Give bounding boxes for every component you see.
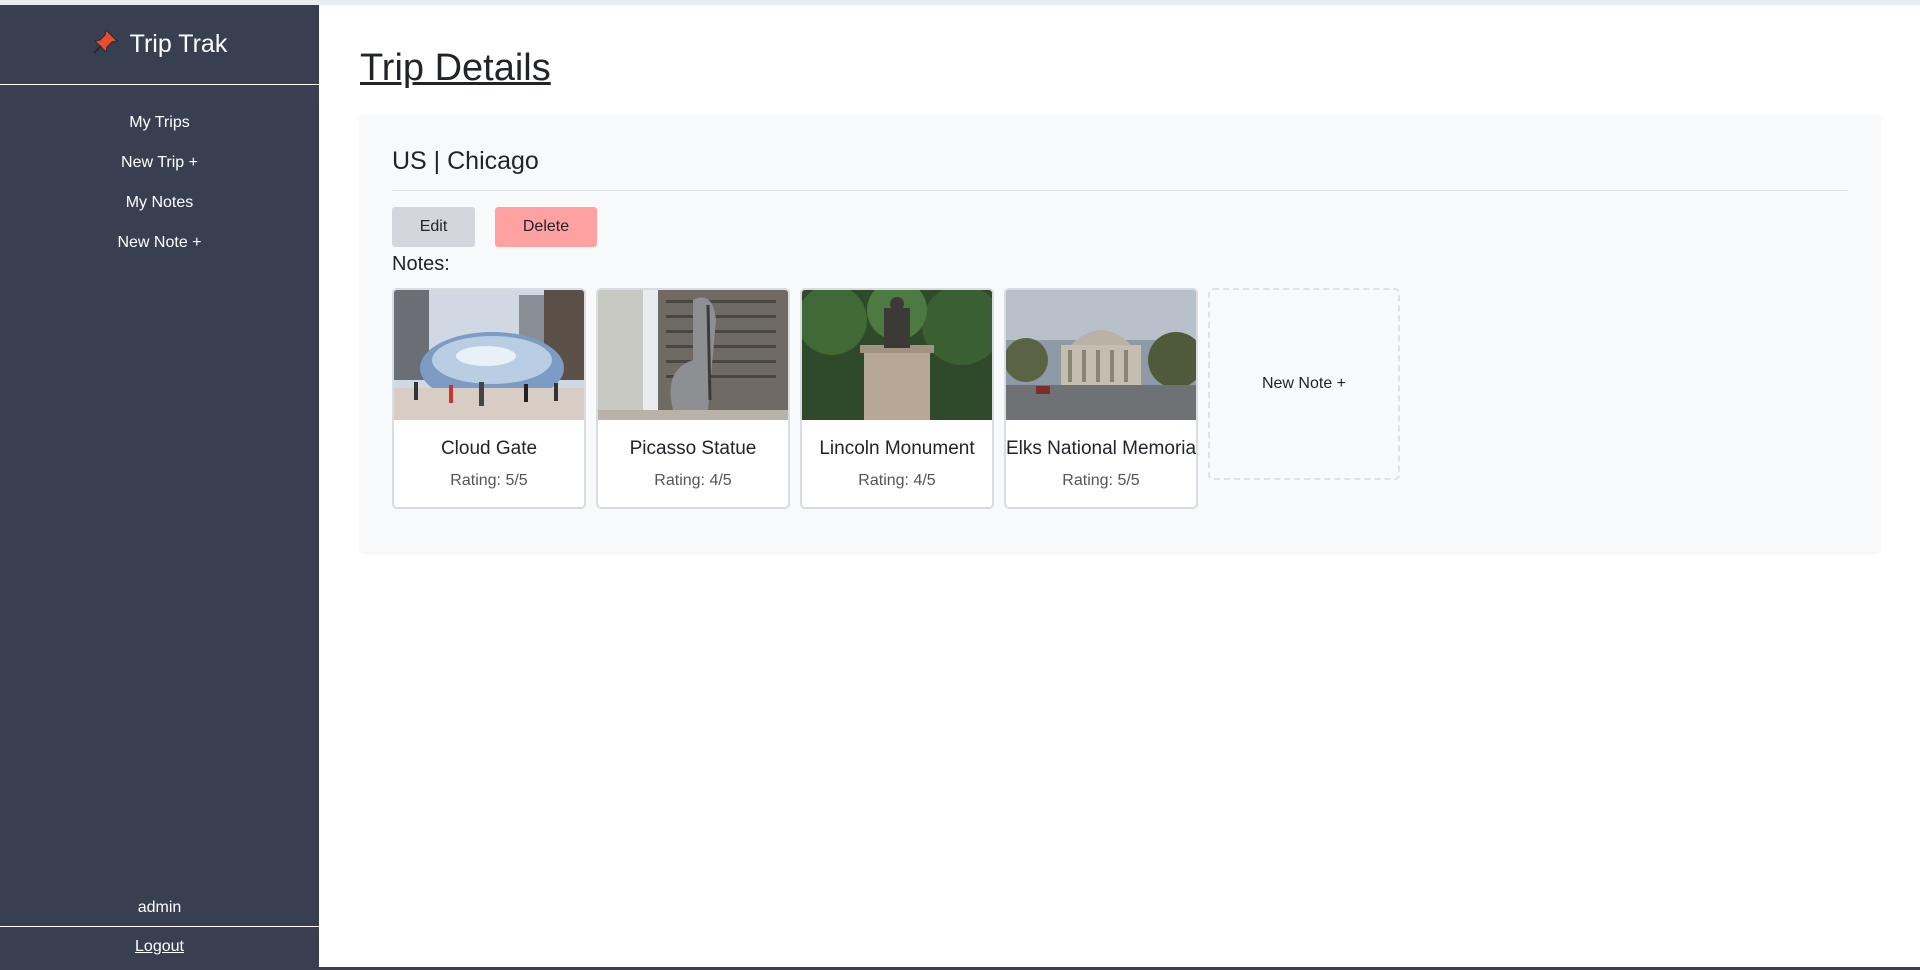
pushpin-icon — [92, 27, 120, 62]
sidebar-item-new-note[interactable]: New Note + — [0, 223, 319, 263]
notes-list: Cloud Gate Rating: 5/5 Picasso Statue Ra… — [392, 288, 1848, 509]
brand[interactable]: Trip Trak — [0, 5, 319, 85]
note-title: Lincoln Monument — [819, 438, 975, 459]
picasso-statue-photo — [598, 290, 788, 420]
logout-link[interactable]: Logout — [0, 927, 319, 967]
main-content: Trip Details US | Chicago Edit Delete No… — [360, 5, 1880, 552]
note-title: Picasso Statue — [629, 438, 757, 459]
sidebar-item-new-trip[interactable]: New Trip + — [0, 143, 319, 183]
trip-title: US | Chicago — [392, 147, 1848, 191]
sidebar-item-my-notes[interactable]: My Notes — [0, 183, 319, 223]
note-card[interactable]: Elks National Memorial Rating: 5/5 — [1004, 288, 1198, 509]
note-title: Elks National Memorial — [1006, 438, 1198, 459]
note-card[interactable]: Lincoln Monument Rating: 4/5 — [800, 288, 994, 509]
note-rating: Rating: 4/5 — [654, 472, 732, 489]
note-rating: Rating: 4/5 — [858, 472, 936, 489]
note-card[interactable]: Picasso Statue Rating: 4/5 — [596, 288, 790, 509]
trip-actions: Edit Delete — [392, 207, 1848, 247]
trip-card: US | Chicago Edit Delete Notes: Cloud Ga… — [360, 115, 1880, 552]
sidebar: Trip Trak My Trips New Trip + My Notes N… — [0, 5, 319, 967]
edit-button[interactable]: Edit — [392, 207, 475, 247]
username: admin — [0, 889, 319, 927]
sidebar-nav: My Trips New Trip + My Notes New Note + — [0, 85, 319, 263]
page-title: Trip Details — [360, 47, 551, 89]
delete-button[interactable]: Delete — [495, 207, 597, 247]
new-note-card[interactable]: New Note + — [1208, 288, 1400, 480]
brand-name: Trip Trak — [129, 30, 228, 58]
notes-label: Notes: — [392, 253, 450, 275]
note-card[interactable]: Cloud Gate Rating: 5/5 — [392, 288, 586, 509]
elks-memorial-photo — [1006, 290, 1196, 420]
lincoln-monument-photo — [802, 290, 992, 420]
sidebar-item-my-trips[interactable]: My Trips — [0, 103, 319, 143]
sidebar-footer: admin Logout — [0, 889, 319, 967]
note-title: Cloud Gate — [440, 438, 538, 459]
note-rating: Rating: 5/5 — [1062, 472, 1140, 489]
note-rating: Rating: 5/5 — [450, 472, 528, 489]
cloud-gate-photo — [394, 290, 584, 420]
